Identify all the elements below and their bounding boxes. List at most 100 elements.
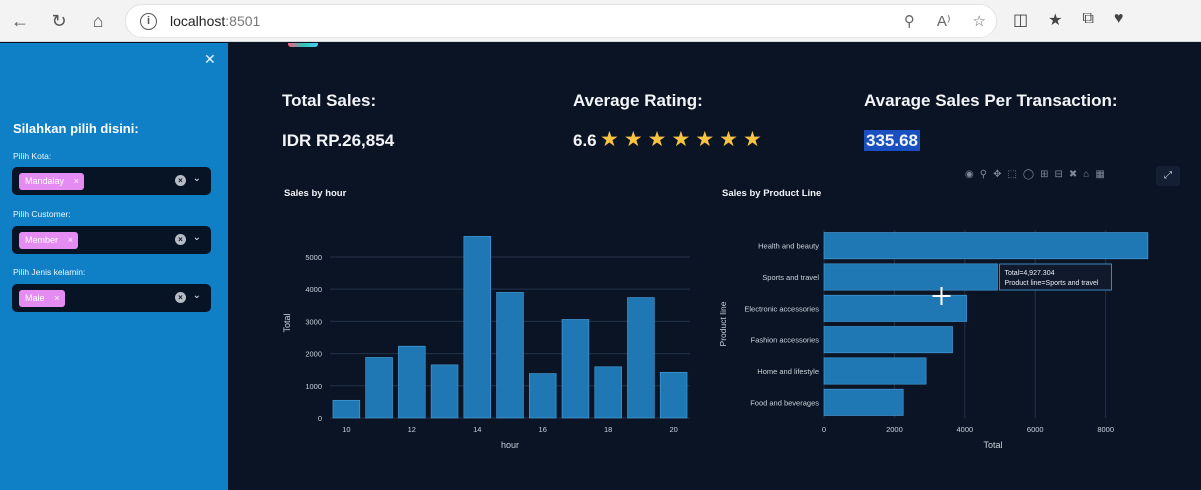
avg-rating-value: 6.6 — [573, 131, 597, 150]
bar — [823, 326, 953, 354]
select-kota[interactable]: Mandalay × × ⌄ — [12, 167, 211, 195]
avg-rating-title: Average Rating: — [573, 91, 703, 110]
home-icon[interactable]: ⌂ — [86, 9, 110, 33]
bar — [365, 357, 393, 419]
x-tick-label: 18 — [604, 425, 612, 434]
y-tick-label: Home and lifestyle — [757, 367, 819, 376]
zoom-in-icon[interactable]: ⊞ — [1040, 169, 1048, 180]
plotly-logo-icon[interactable]: ▦ — [1095, 169, 1104, 180]
close-sidebar-icon[interactable]: ✕ — [204, 51, 216, 68]
filter-label-gender: Pilih Jenis kelamin: — [13, 267, 86, 277]
filter-label-kota: Pilih Kota: — [13, 151, 52, 161]
x-tick-label: 20 — [669, 425, 677, 434]
select-customer[interactable]: Member × × ⌄ — [12, 226, 211, 254]
chart-title-hour: Sales by hour — [284, 188, 347, 199]
star-icon: ★ — [623, 128, 643, 151]
selected-tag-customer: Member × — [19, 232, 79, 249]
y-tick-label: Health and beauty — [758, 242, 819, 251]
back-icon[interactable]: ← — [8, 9, 32, 33]
pan-icon[interactable]: ✥ — [993, 169, 1001, 180]
y-tick-label: 1000 — [305, 382, 322, 391]
y-tick-label: 2000 — [305, 350, 322, 359]
y-tick-label: Electronic accessories — [744, 304, 819, 313]
sales-by-product-chart: 0 2000 4000 6000 8000 Health and beauty Sports… — [718, 230, 1149, 450]
zoom-out-icon[interactable]: ⊟ — [1055, 169, 1063, 180]
star-icon: ★ — [742, 128, 762, 151]
sidebar: ✕ Silahkan pilih disini: Pilih Kota: Man… — [0, 43, 228, 490]
bar — [430, 364, 459, 419]
star-icon: ★ — [671, 128, 691, 151]
x-tick-label: 2000 — [886, 425, 903, 434]
collections-icon[interactable]: ⧉ — [1082, 10, 1093, 30]
y-tick-label: 3000 — [305, 317, 322, 326]
avg-sales-title: Avarage Sales Per Transaction: — [864, 91, 1118, 110]
sales-by-hour-chart: 0 1000 2000 3000 4000 5000 10 12 14 16 18 20 hour Tot… — [282, 236, 690, 450]
x-tick-label: 10 — [342, 425, 350, 434]
url-port: :8501 — [225, 13, 261, 29]
chevron-down-icon[interactable]: ⌄ — [193, 290, 201, 301]
bar — [823, 388, 904, 416]
site-info-icon[interactable]: i — [140, 13, 157, 30]
bar — [627, 297, 655, 419]
selected-tag-gender: Male × — [19, 290, 65, 307]
x-tick-label: 12 — [408, 425, 416, 434]
url-text[interactable]: localhost:8501 — [170, 13, 260, 29]
bar — [463, 236, 491, 419]
reset-axes-icon[interactable]: ⌂ — [1083, 169, 1089, 180]
browser-toolbar: ← ↻ ⌂ i localhost:8501 ⚲ A⁾ ☆ ◫ ★ ⧉ ♥ — [0, 0, 1201, 42]
x-tick-label: 14 — [473, 425, 481, 434]
bar — [823, 357, 927, 385]
camera-icon[interactable]: ◉ — [965, 169, 974, 180]
zoom-icon[interactable]: ⚲ — [980, 169, 987, 180]
favorites-bar-icon[interactable]: ★ — [1048, 10, 1062, 30]
star-icon: ★ — [600, 128, 619, 151]
y-tick-label: Sports and travel — [762, 273, 819, 282]
y-axis-label: Product line — [718, 301, 728, 346]
extensions-icon[interactable]: ♥ — [1114, 10, 1124, 30]
total-sales-title: Total Sales: — [282, 91, 377, 110]
avg-sales-number[interactable]: 335.68 — [864, 130, 920, 151]
avg-sales-value: 335.68 — [864, 130, 920, 151]
x-tick-label: 6000 — [1027, 425, 1044, 434]
tag-label: Member — [25, 235, 59, 245]
bar — [561, 319, 590, 419]
selected-tag-kota: Mandalay × — [19, 173, 85, 190]
rating-stars: ★ ★ ★ ★ ★ ★ ★ — [600, 129, 762, 151]
address-bar[interactable]: i localhost:8501 ⚲ A⁾ ☆ — [125, 4, 997, 38]
split-screen-icon[interactable]: ◫ — [1013, 10, 1028, 30]
filter-label-customer: Pilih Customer: — [13, 209, 71, 219]
lasso-icon[interactable]: ◯ — [1023, 169, 1034, 180]
reload-icon[interactable]: ↻ — [47, 9, 71, 33]
x-tick-label: 0 — [822, 425, 826, 434]
box-select-icon[interactable]: ⬚ — [1007, 169, 1016, 180]
x-axis-label: Total — [983, 440, 1002, 450]
bar — [496, 292, 524, 419]
star-icon: ★ — [647, 128, 667, 151]
clear-icon[interactable]: × — [175, 292, 186, 303]
remove-tag-icon[interactable]: × — [54, 290, 59, 307]
bar — [594, 366, 622, 419]
favorite-icon[interactable]: ☆ — [973, 12, 986, 30]
x-tick-label: 8000 — [1097, 425, 1114, 434]
app-logo — [288, 43, 318, 47]
bar — [398, 345, 426, 419]
url-host: localhost — [170, 13, 226, 29]
read-aloud-icon[interactable]: A⁾ — [937, 12, 951, 30]
chevron-down-icon[interactable]: ⌄ — [193, 173, 201, 184]
bar — [529, 373, 557, 419]
clear-icon[interactable]: × — [175, 175, 186, 186]
y-tick-label: 5000 — [305, 253, 322, 262]
zoom-icon[interactable]: ⚲ — [904, 12, 915, 30]
autoscale-icon[interactable]: ✖ — [1069, 169, 1077, 180]
remove-tag-icon[interactable]: × — [68, 232, 73, 249]
select-gender[interactable]: Male × × ⌄ — [12, 284, 211, 312]
bar — [823, 232, 1149, 260]
bar — [823, 263, 998, 291]
clear-icon[interactable]: × — [175, 234, 186, 245]
star-icon: ★ — [719, 128, 738, 151]
x-axis-label: hour — [501, 440, 519, 450]
fullscreen-icon[interactable]: ⤢ — [1156, 166, 1180, 186]
remove-tag-icon[interactable]: × — [74, 173, 79, 190]
chevron-down-icon[interactable]: ⌄ — [193, 232, 201, 243]
plot-modebar: ◉ ⚲ ✥ ⬚ ◯ ⊞ ⊟ ✖ ⌂ ▦ — [965, 169, 1105, 180]
